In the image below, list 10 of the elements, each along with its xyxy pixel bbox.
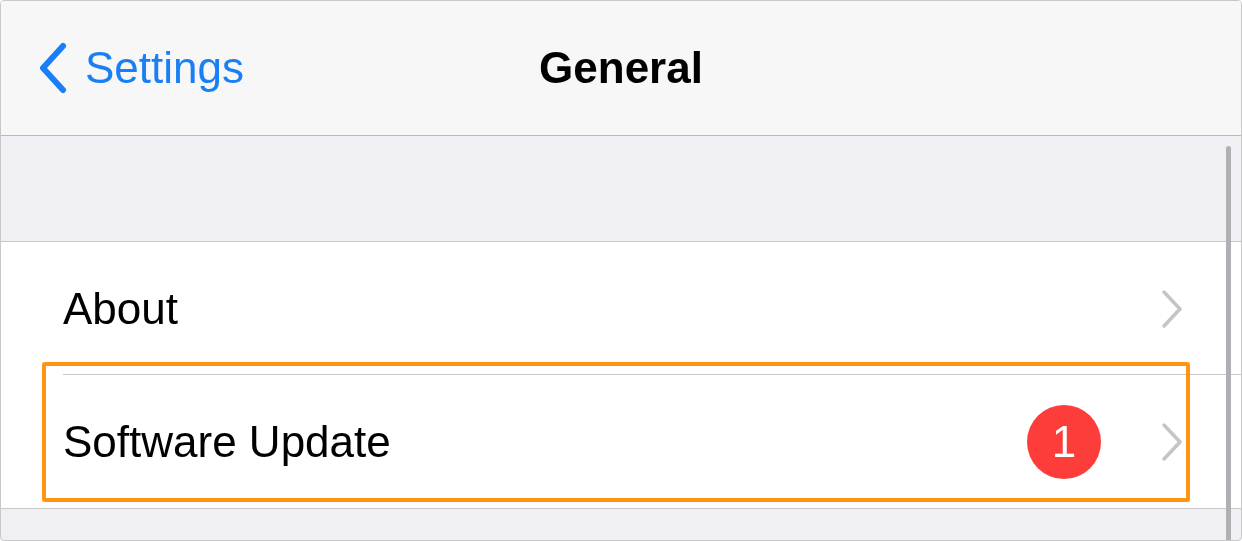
settings-row[interactable]: Software Update 1: [1, 375, 1241, 508]
screen-title: General: [539, 43, 703, 93]
notification-badge: 1: [1027, 404, 1101, 479]
chevron-icon: [1161, 288, 1183, 329]
back-button[interactable]: Settings: [1, 42, 244, 94]
back-chevron-icon: [37, 42, 67, 94]
settings-row[interactable]: About: [1, 242, 1241, 375]
row-label: Software Update: [63, 416, 392, 467]
chevron-icon: [1161, 421, 1183, 462]
row-label: About: [63, 283, 179, 334]
